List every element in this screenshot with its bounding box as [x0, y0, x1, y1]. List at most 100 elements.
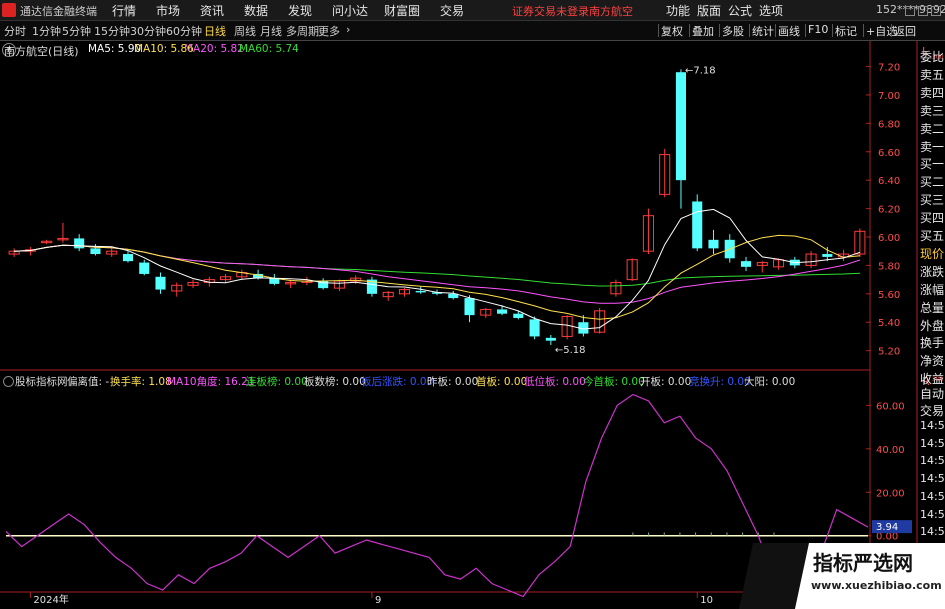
quote-field-label[interactable]: 买四: [920, 209, 944, 226]
quote-field-label[interactable]: 外盘: [920, 317, 944, 334]
quote-field-label[interactable]: 买五: [920, 227, 944, 244]
indicator-value-label: 板数榜: 0.00: [304, 376, 366, 388]
menu-item[interactable]: 问小达: [332, 2, 368, 19]
date-axis-label: 2024年: [33, 593, 68, 606]
period-toolbar: 分时 1分钟 5分钟 15分钟 30分钟 60分钟 日线 周线 月线 多周期 更多 › 复权 叠加 多股 统计…: [0, 21, 945, 41]
menu-stock-name: 南方航空: [589, 5, 633, 18]
menu-item[interactable]: 数据: [244, 2, 268, 19]
period-tab[interactable]: 月线: [260, 23, 282, 39]
price-axis-label: 6.60: [878, 148, 900, 159]
stock-title: 南方航空(日线): [4, 45, 79, 58]
indicator-menu-icon[interactable]: [3, 376, 14, 387]
period-tab[interactable]: 多周期: [286, 23, 319, 39]
right-menu-item[interactable]: 功能: [666, 2, 690, 19]
menu-item[interactable]: 市场: [156, 2, 180, 19]
candle-body-down: [90, 248, 101, 255]
menu-item[interactable]: 行情: [112, 2, 136, 19]
time-label: 14:56: [920, 489, 945, 503]
period-tab[interactable]: 周线: [234, 23, 256, 39]
trade-login-warning[interactable]: 证券交易未登录: [512, 3, 589, 19]
menu-item[interactable]: 财富圈: [384, 2, 420, 19]
toolbar-button[interactable]: 复权: [661, 23, 683, 39]
toolbar-divider: [749, 24, 750, 37]
quote-field-label[interactable]: 换手: [920, 334, 944, 351]
quote-field-label[interactable]: 卖三: [920, 102, 944, 119]
indicator-value-label: 偏离值: -: [67, 376, 110, 388]
menu-item[interactable]: 资讯: [200, 2, 224, 19]
indicator-value-label: 低位板: 0.00: [524, 376, 586, 388]
kline-chart[interactable]: 7.20 7.00 6.80 6.60 6.40 6.20 6.00 5.80 5.60 5.40…: [0, 41, 945, 609]
period-tab[interactable]: 更多: [318, 23, 340, 39]
quote-field-label[interactable]: 卖二: [920, 120, 944, 137]
auto-trade-label[interactable]: 自动: [920, 385, 944, 402]
app-logo-icon: [2, 3, 16, 17]
quote-field-label[interactable]: 卖一: [920, 138, 944, 155]
ind-axis-label: 20.00: [876, 488, 905, 499]
toolbar-button[interactable]: 返回: [894, 23, 916, 39]
toolbar-divider: [863, 24, 864, 37]
period-tab[interactable]: 60分钟: [166, 23, 202, 39]
menu-item[interactable]: 发现: [288, 2, 312, 19]
period-tab[interactable]: 30分钟: [130, 23, 166, 39]
low-price-annotation: ←5.18: [555, 345, 586, 356]
ind-value-badge-text: 3.94: [876, 522, 898, 533]
price-axis-label: 6.20: [878, 205, 900, 216]
toolbar-button[interactable]: 统计: [752, 23, 774, 39]
quote-field-label[interactable]: 涨跌: [920, 263, 944, 280]
quote-field-label[interactable]: 净资: [920, 352, 944, 369]
right-menu-item[interactable]: 选项: [759, 2, 783, 19]
toolbar-divider: [805, 24, 806, 37]
ind-axis-label: 60.00: [876, 401, 905, 412]
toolbar-button[interactable]: +自选: [866, 23, 897, 39]
candle-body-down: [74, 238, 85, 249]
price-axis-label: 6.40: [878, 176, 900, 187]
price-axis-label: 7.00: [878, 91, 900, 102]
period-tab[interactable]: 日线: [204, 23, 226, 39]
quote-field-label[interactable]: 买三: [920, 191, 944, 208]
menu-item[interactable]: 交易: [440, 2, 464, 19]
candle-body-down: [529, 319, 540, 337]
candle-body-down: [545, 337, 556, 341]
auto-trade-label[interactable]: 交易: [920, 402, 944, 419]
quote-field-label[interactable]: 总量: [920, 299, 944, 316]
price-axis-label: 6.80: [878, 119, 900, 130]
price-axis-label: 6.00: [878, 233, 900, 244]
right-menu-item[interactable]: 公式: [728, 2, 752, 19]
minimize-window-icon[interactable]: [905, 6, 915, 16]
more-periods-chevron-icon[interactable]: ›: [346, 23, 350, 36]
period-tab[interactable]: 分时: [4, 23, 26, 39]
watermark-badge: 指标严选网 www.xuezhibiao.com: [738, 543, 945, 609]
period-tab[interactable]: 1分钟: [32, 23, 61, 39]
toolbar-button[interactable]: F10: [808, 23, 828, 36]
ind-axis-label: 0.00: [876, 532, 898, 543]
candle-body-down: [139, 262, 150, 274]
close-window-icon[interactable]: [931, 6, 941, 16]
candle-body-down: [740, 261, 752, 267]
quote-field-label[interactable]: 委比: [920, 48, 944, 65]
toolbar-button[interactable]: 多股: [722, 23, 744, 39]
indicator-value-label: 换手率: 1.08: [110, 376, 172, 388]
date-axis-label: 10: [700, 595, 713, 606]
candle-body-down: [513, 313, 524, 318]
quote-field-label[interactable]: 买一: [920, 155, 944, 172]
period-tab[interactable]: 5分钟: [62, 23, 91, 39]
toolbar-button[interactable]: 画线: [778, 23, 800, 39]
menu-bar: 通达信金融终端 证券交易未登录 南方航空 152****9892 行情 市场 资讯数…: [0, 0, 945, 21]
toolbar-divider: [891, 24, 892, 37]
indicator-value-label: 连板榜: 0.00: [246, 376, 308, 388]
indicator-line: [5, 393, 869, 598]
maximize-window-icon[interactable]: [918, 6, 928, 16]
period-tab[interactable]: 15分钟: [94, 23, 130, 39]
right-menu-item[interactable]: 版面: [697, 2, 721, 19]
date-axis-label: 9: [375, 595, 381, 606]
toolbar-button[interactable]: 叠加: [692, 23, 714, 39]
toolbar-divider: [658, 24, 659, 37]
quote-field-label[interactable]: 卖四: [920, 84, 944, 101]
quote-field-label[interactable]: 卖五: [920, 66, 944, 83]
time-label: 14:56: [920, 525, 945, 539]
quote-field-label[interactable]: 现价: [920, 245, 944, 262]
quote-field-label[interactable]: 涨幅: [920, 281, 944, 298]
quote-field-label[interactable]: 买二: [920, 173, 944, 190]
toolbar-button[interactable]: 标记: [835, 23, 857, 39]
ma10-line: [14, 234, 860, 320]
